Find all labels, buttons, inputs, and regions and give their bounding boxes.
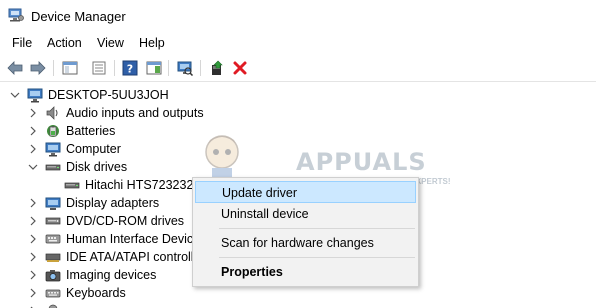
menu-file[interactable]: File [11, 36, 33, 50]
disk-drive-icon [45, 159, 61, 175]
computer-icon [27, 87, 43, 103]
chevron-right-icon[interactable] [28, 107, 38, 119]
tree-item-label: Display adapters [66, 196, 160, 210]
menu-item-label: Update driver [222, 186, 298, 200]
menu-item-label: Uninstall device [221, 207, 309, 221]
properties-menu-item[interactable]: Properties [195, 261, 416, 283]
forward-arrow-icon[interactable] [27, 58, 49, 78]
ide-controller-icon [45, 249, 61, 265]
update-driver-menu-item[interactable]: Update driver [195, 181, 416, 203]
tree-item-label: Computer [66, 142, 121, 156]
update-driver-icon[interactable] [206, 58, 228, 78]
chevron-right-icon[interactable] [28, 251, 38, 263]
hid-icon [45, 231, 61, 247]
keyboard-icon [45, 285, 61, 301]
menu-item-label: Properties [221, 265, 283, 279]
tree-item-label: Disk drives [66, 160, 128, 174]
menu-help[interactable]: Help [138, 36, 166, 50]
menu-action[interactable]: Action [46, 36, 83, 50]
computer-icon [45, 141, 61, 157]
camera-icon [45, 267, 61, 283]
disk-drive-icon [64, 177, 80, 193]
tree-item-partial[interactable] [0, 302, 596, 308]
menu-view[interactable]: View [96, 36, 125, 50]
chevron-down-icon[interactable] [28, 161, 38, 173]
dvd-drive-icon [45, 213, 61, 229]
menu-separator [219, 257, 415, 258]
speaker-icon [45, 105, 61, 121]
window-title: Device Manager [31, 9, 126, 24]
tree-root-label: DESKTOP-5UU3JOH [48, 88, 169, 102]
show-hide-console-tree-icon[interactable] [59, 58, 81, 78]
toolbar-separator [168, 60, 169, 76]
mouse-icon [45, 303, 61, 308]
chevron-right-icon[interactable] [28, 287, 38, 299]
action-pane-icon[interactable] [143, 58, 165, 78]
tree-item-label: DVD/CD-ROM drives [66, 214, 185, 228]
tree-item-label: Batteries [66, 124, 116, 138]
tree-item-label: Audio inputs and outputs [66, 106, 204, 120]
chevron-right-icon[interactable] [28, 197, 38, 209]
display-adapter-icon [45, 195, 61, 211]
chevron-right-icon[interactable] [28, 143, 38, 155]
tree-item-label: IDE ATA/ATAPI controll [66, 250, 194, 264]
battery-icon [45, 123, 61, 139]
svg-text:?: ? [127, 63, 133, 76]
tree-item-label: Hitachi HTS723232 [85, 178, 194, 192]
title-bar: Device Manager [0, 0, 596, 32]
toolbar-separator [200, 60, 201, 76]
uninstall-device-icon[interactable] [229, 58, 251, 78]
chevron-down-icon[interactable] [10, 89, 20, 101]
tree-item-audio[interactable]: Audio inputs and outputs [0, 104, 596, 122]
uninstall-device-menu-item[interactable]: Uninstall device [195, 203, 416, 225]
toolbar-separator [53, 60, 54, 76]
tree-item-label: Human Interface Devic [66, 232, 194, 246]
watermark-text: APPUALS [296, 148, 427, 176]
tree-item-label: Imaging devices [66, 268, 157, 282]
menu-item-label: Scan for hardware changes [221, 236, 374, 250]
tree-item-batteries[interactable]: Batteries [0, 122, 596, 140]
chevron-right-icon[interactable] [28, 215, 38, 227]
properties-icon[interactable] [88, 58, 110, 78]
chevron-right-icon[interactable] [28, 125, 38, 137]
chevron-right-icon[interactable] [28, 269, 38, 281]
context-menu: Update driver Uninstall device Scan for … [192, 177, 419, 287]
scan-hardware-icon[interactable] [174, 58, 196, 78]
help-icon[interactable]: ? [119, 58, 141, 78]
chevron-right-icon[interactable] [28, 233, 38, 245]
back-arrow-icon[interactable] [4, 58, 26, 78]
menu-bar: File Action View Help [0, 32, 596, 54]
toolbar-separator [114, 60, 115, 76]
tree-root[interactable]: DESKTOP-5UU3JOH [0, 86, 596, 104]
toolbar: ? [0, 54, 596, 82]
tree-item-label: Keyboards [66, 286, 126, 300]
menu-separator [219, 228, 415, 229]
scan-hardware-menu-item[interactable]: Scan for hardware changes [195, 232, 416, 254]
device-manager-icon [8, 8, 24, 22]
